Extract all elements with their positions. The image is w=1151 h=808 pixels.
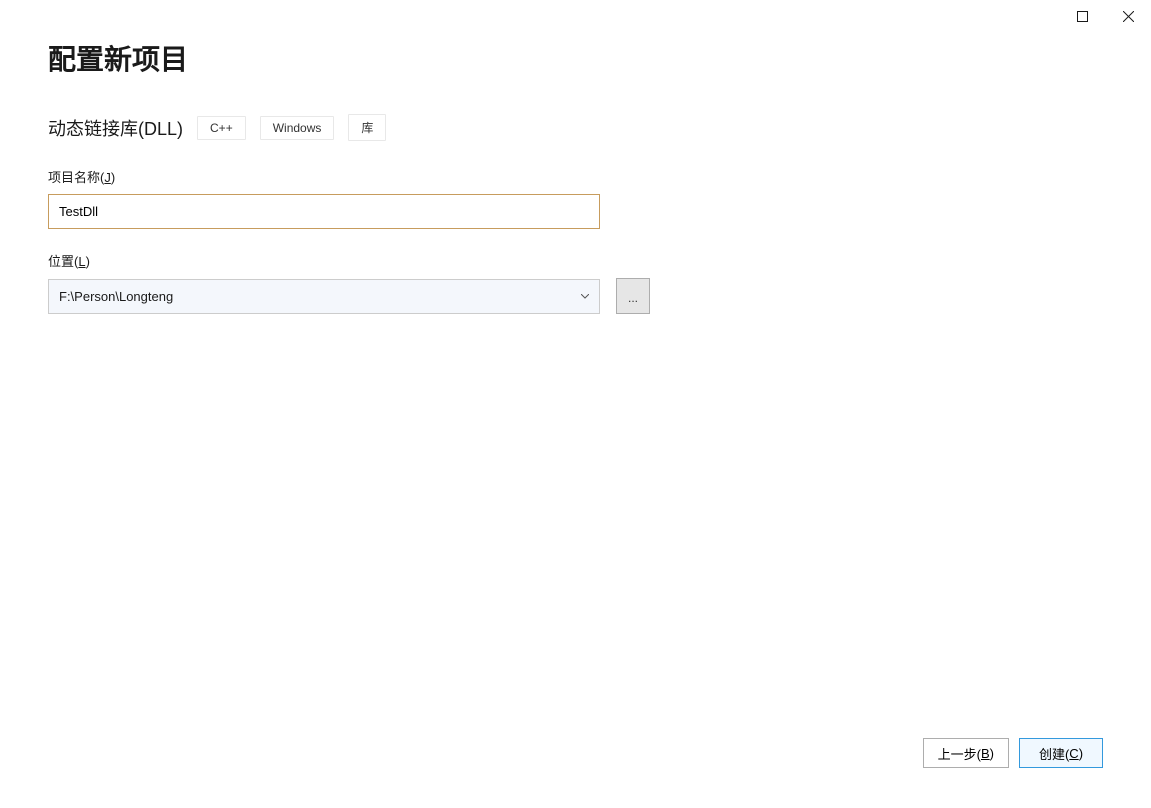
project-name-group: 项目名称(J) xyxy=(48,167,1103,229)
chevron-down-icon xyxy=(575,280,595,313)
back-button[interactable]: 上一步(B) xyxy=(923,738,1009,768)
project-type-label: 动态链接库(DLL) xyxy=(48,115,183,141)
location-group: 位置(L) F:\Person\Longteng ... xyxy=(48,251,1103,314)
page-title: 配置新项目 xyxy=(48,38,1103,78)
project-type-row: 动态链接库(DLL) C++ Windows 库 xyxy=(48,114,1103,141)
tag-cpp: C++ xyxy=(197,116,246,140)
maximize-button[interactable] xyxy=(1059,0,1105,32)
content-area: 配置新项目 动态链接库(DLL) C++ Windows 库 项目名称(J) 位… xyxy=(0,0,1151,314)
maximize-icon xyxy=(1077,11,1088,22)
browse-button[interactable]: ... xyxy=(616,278,650,314)
create-button[interactable]: 创建(C) xyxy=(1019,738,1103,768)
location-row: F:\Person\Longteng ... xyxy=(48,278,1103,314)
footer-buttons: 上一步(B) 创建(C) xyxy=(923,738,1103,768)
location-value: F:\Person\Longteng xyxy=(59,289,173,304)
browse-label: ... xyxy=(628,291,638,305)
close-button[interactable] xyxy=(1105,0,1151,32)
window-controls xyxy=(1059,0,1151,32)
project-name-label: 项目名称(J) xyxy=(48,167,1103,186)
location-label: 位置(L) xyxy=(48,251,1103,270)
location-dropdown[interactable]: F:\Person\Longteng xyxy=(48,279,600,314)
tag-library: 库 xyxy=(348,114,386,141)
close-icon xyxy=(1123,11,1134,22)
tag-windows: Windows xyxy=(260,116,335,140)
project-name-input[interactable] xyxy=(48,194,600,229)
